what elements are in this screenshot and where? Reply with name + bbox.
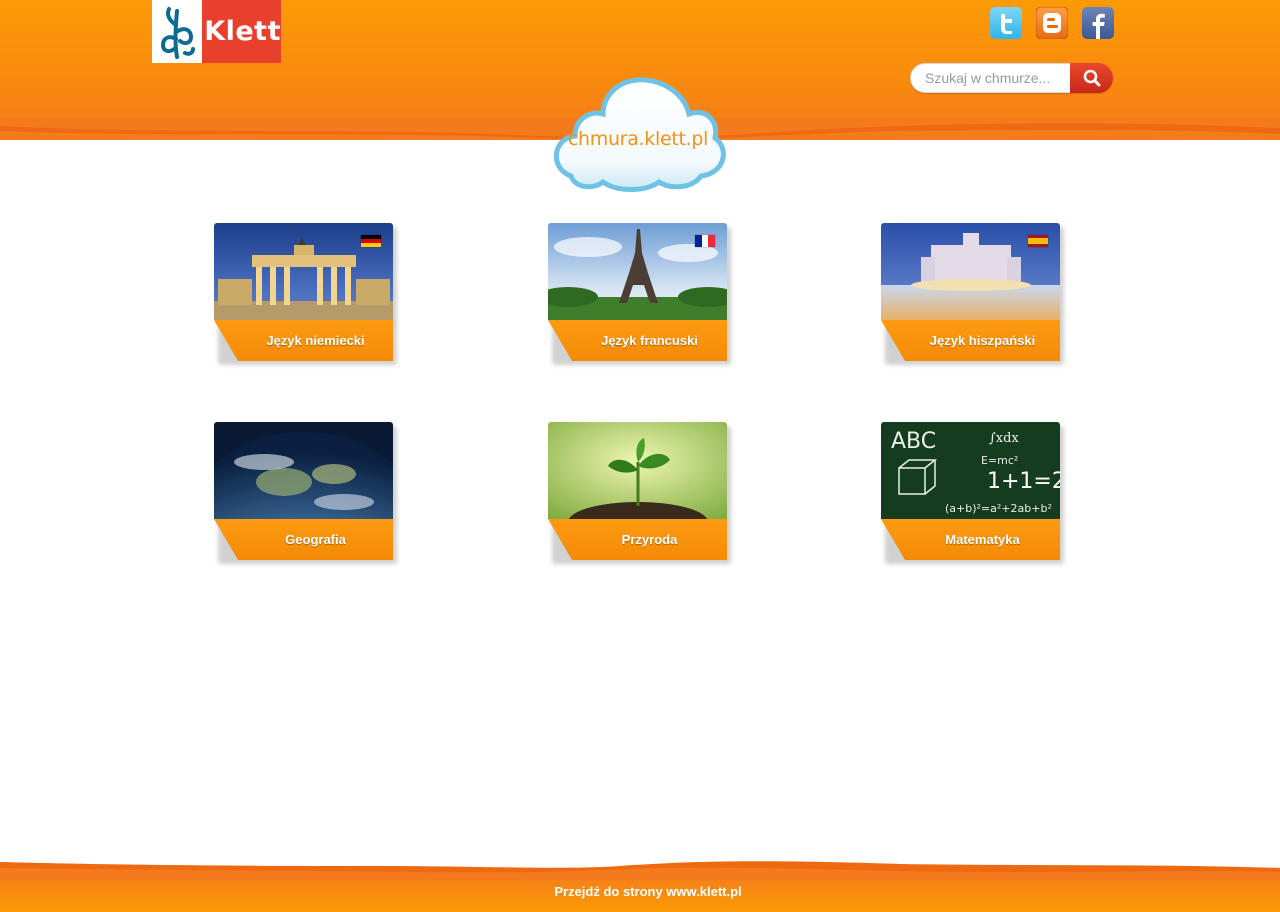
tile-label: Geografia <box>285 532 346 547</box>
subject-tile[interactable]: Język niemiecki <box>214 223 397 365</box>
subject-tile[interactable]: Przyroda <box>548 422 731 564</box>
flag-germany-icon <box>361 235 381 247</box>
flag-spain-icon <box>1028 235 1048 247</box>
tile-image-seedling <box>548 422 727 519</box>
tile-label: Matematyka <box>945 532 1020 547</box>
twitter-link[interactable] <box>990 7 1022 39</box>
flag-france-icon <box>695 235 715 247</box>
search-form <box>910 63 1113 93</box>
cloud-title: chmura.klett.pl <box>567 128 709 150</box>
blogger-icon <box>1036 7 1068 39</box>
tile-image-earth-globe <box>214 422 393 519</box>
search-icon <box>1083 69 1100 87</box>
tile-label: Przyroda <box>621 532 678 547</box>
subject-tile[interactable]: ABC ∫xdx E=mc² 1+1=2 (a+b)²=a²+2ab+b² Ma… <box>881 422 1064 564</box>
search-input[interactable] <box>910 63 1070 93</box>
footer-wave <box>0 861 1280 880</box>
tile-image-brandenburg-gate <box>214 223 393 320</box>
svg-text:∫xdx: ∫xdx <box>989 431 1019 446</box>
twitter-icon <box>990 7 1022 39</box>
tile-image-madrid-palace <box>881 223 1060 320</box>
klett-leaf-icon <box>152 0 203 63</box>
tile-image-chalkboard: ABC ∫xdx E=mc² 1+1=2 (a+b)²=a²+2ab+b² <box>881 422 1060 519</box>
svg-text:1+1=2: 1+1=2 <box>987 469 1060 494</box>
tile-image-eiffel-tower <box>548 223 727 320</box>
klett-logo[interactable]: Klett <box>152 0 281 63</box>
tile-label: Język hiszpański <box>929 333 1036 348</box>
klett-site-link[interactable]: Przejdź do strony www.klett.pl <box>0 884 1280 899</box>
blogger-link[interactable] <box>1036 7 1068 39</box>
subject-tile[interactable]: Geografia <box>214 422 397 564</box>
subject-tile[interactable]: Język francuski <box>548 223 731 365</box>
facebook-icon <box>1082 7 1114 39</box>
svg-text:E=mc²: E=mc² <box>981 454 1018 467</box>
facebook-link[interactable] <box>1082 7 1114 39</box>
svg-text:ABC: ABC <box>891 429 936 454</box>
svg-text:(a+b)²=a²+2ab+b²: (a+b)²=a²+2ab+b² <box>945 502 1052 515</box>
chmura-cloud-logo[interactable]: chmura.klett.pl <box>545 76 735 194</box>
tile-label: Język francuski <box>601 333 698 348</box>
subject-tile[interactable]: Język hiszpański <box>881 223 1064 365</box>
tile-label: Język niemiecki <box>266 333 365 348</box>
search-button[interactable] <box>1070 63 1113 93</box>
logo-text: Klett <box>202 0 281 63</box>
